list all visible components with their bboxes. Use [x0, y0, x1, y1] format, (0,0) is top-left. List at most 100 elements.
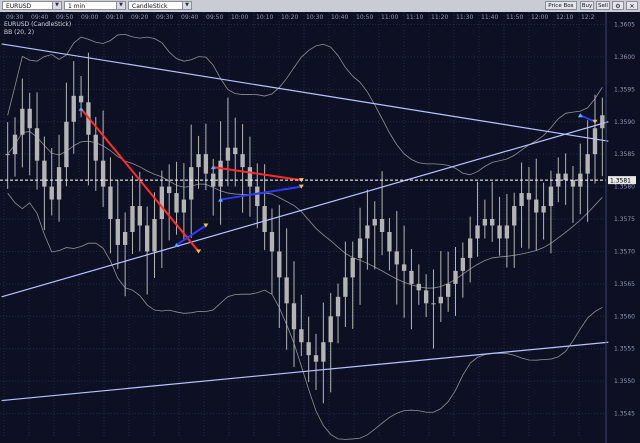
candle-body: [313, 355, 319, 362]
price-box-button[interactable]: Price Box: [545, 1, 577, 10]
time-tick-label: 11:10: [406, 14, 423, 21]
candle-body: [372, 219, 377, 226]
price-tick-label: 1.3565: [614, 281, 635, 288]
time-tick-label: 09:50: [56, 14, 73, 21]
candle-body: [299, 329, 304, 343]
candle-body: [468, 238, 473, 258]
candle-body: [365, 225, 370, 239]
time-tick-label: 12:00: [531, 14, 548, 21]
price-tick-label: 1.3560: [614, 313, 635, 320]
candle-body: [100, 160, 106, 187]
sell-button[interactable]: Sell: [596, 1, 610, 10]
candle-body: [460, 257, 466, 271]
candle-body: [423, 290, 429, 304]
candle-body: [189, 167, 194, 200]
chevron-down-icon: ▼: [52, 2, 61, 9]
candle-body: [56, 167, 62, 200]
time-tick-label: 11:00: [381, 14, 398, 21]
time-tick-label: 09:40: [31, 14, 48, 21]
candle-body: [321, 342, 326, 362]
candle-body: [64, 121, 69, 168]
candle-body: [409, 270, 414, 284]
settings-icon[interactable]: ⚙: [612, 1, 624, 10]
interval-select-value: 1 min: [68, 3, 86, 10]
candle-body: [343, 277, 348, 297]
candle-body: [196, 154, 201, 168]
candle-body: [255, 186, 260, 207]
price-tick-label: 1.3570: [614, 248, 635, 255]
candle-body: [159, 186, 165, 220]
candle-body: [497, 225, 502, 239]
candle-body: [122, 231, 128, 245]
candle-body: [445, 283, 451, 297]
candle-body: [277, 251, 282, 278]
time-tick-label: 09:30: [6, 14, 23, 21]
candle-body: [130, 206, 135, 232]
chevron-down-icon: ▼: [116, 2, 125, 9]
candle-body: [269, 231, 275, 252]
candle-body: [203, 154, 209, 174]
price-chart[interactable]: 1.3581 09:30 09:40 09:50 09:00 09:10 09:20 09:…: [0, 12, 640, 443]
time-tick-label: 09:20: [131, 14, 148, 21]
time-tick-label: 10:40: [331, 14, 348, 21]
candle-body: [306, 342, 311, 356]
candle-body: [225, 147, 231, 161]
time-tick-label: 11:20: [431, 14, 448, 21]
time-tick-label: 11:50: [506, 14, 523, 21]
interval-select[interactable]: 1 min ▼: [64, 1, 126, 10]
symbol-select[interactable]: EURUSD ▼: [2, 1, 62, 10]
candle-body: [20, 108, 25, 135]
candle-body: [174, 193, 179, 213]
candle-body: [42, 160, 47, 187]
candle-body: [570, 180, 576, 187]
time-tick-label: 10:10: [256, 14, 273, 21]
time-tick-label: 12:2: [581, 14, 595, 21]
buy-button[interactable]: Buy: [580, 1, 594, 10]
candle-body: [548, 186, 554, 207]
time-tick-label: 10:50: [356, 14, 373, 21]
time-tick-label: 11:30: [456, 14, 473, 21]
candle-body: [27, 108, 32, 129]
candle-body: [387, 231, 392, 252]
candle-body: [71, 95, 76, 122]
candle-body: [49, 186, 54, 200]
candle-body: [504, 225, 510, 239]
candle-body: [247, 167, 253, 187]
candle-body: [233, 147, 238, 155]
close-icon[interactable]: ✕: [626, 1, 638, 10]
time-tick-label: 09:00: [81, 14, 98, 21]
time-tick-label: 10:00: [231, 14, 248, 21]
price-tick-label: 1.3550: [614, 378, 635, 385]
candle-body: [482, 219, 488, 226]
candle-body: [592, 128, 598, 155]
price-tick-label: 1.3585: [614, 151, 635, 158]
candle-body: [262, 206, 267, 232]
candle-body: [438, 296, 443, 304]
price-tick-label: 1.3545: [614, 411, 635, 418]
candle-body: [240, 154, 245, 168]
candle-body: [453, 270, 458, 284]
time-tick-label: 12:10: [556, 14, 573, 21]
candle-body: [5, 154, 10, 156]
candle-body: [291, 303, 297, 330]
price-tick-label: 1.3605: [614, 21, 635, 28]
candle-body: [401, 264, 407, 271]
time-tick-label: 10:20: [281, 14, 298, 21]
candle-body: [585, 154, 590, 174]
time-tick-label: 11:40: [481, 14, 498, 21]
symbol-legend: EURUSD (CandleStick): [4, 21, 72, 28]
time-tick-label: 09:30: [156, 14, 173, 21]
time-tick-label: 09:50: [206, 14, 223, 21]
candle-body: [284, 277, 289, 304]
candle-body: [218, 160, 223, 187]
price-tick-label: 1.3555: [614, 346, 635, 353]
price-tick-label: 1.3600: [614, 54, 635, 61]
chart-style-select[interactable]: CandleStick ▼: [128, 1, 192, 10]
chevron-down-icon: ▼: [182, 2, 191, 9]
candle-body: [512, 206, 517, 226]
candle-body: [152, 219, 157, 252]
candle-body: [144, 225, 150, 252]
candle-body: [115, 219, 120, 245]
candle-body: [379, 219, 385, 232]
candle-body: [335, 296, 341, 317]
